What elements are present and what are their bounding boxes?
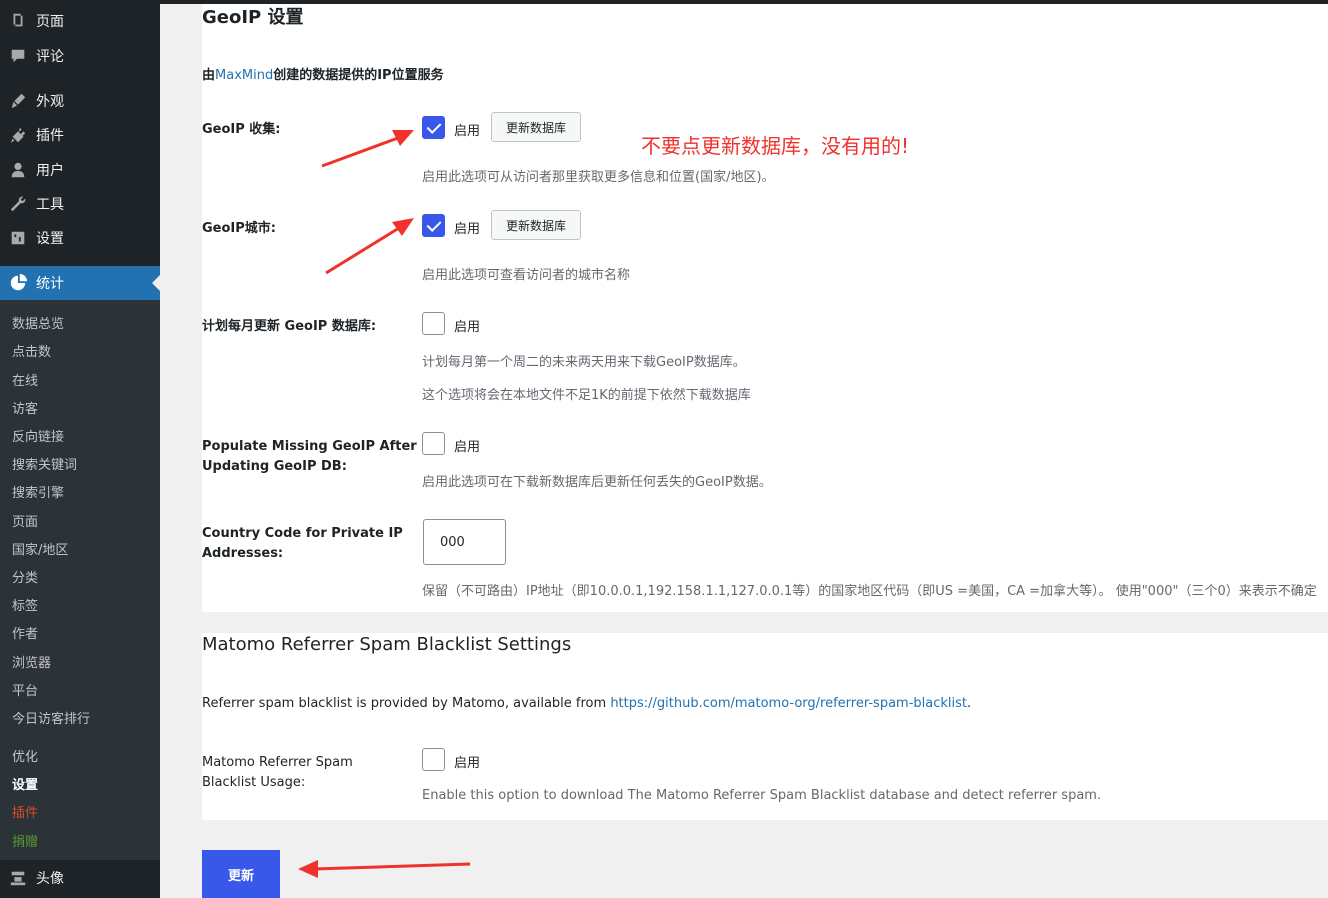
menu-item-comments[interactable]: 评论 xyxy=(0,39,160,73)
enable-label: 启用 xyxy=(454,320,481,335)
menu-label: 统计 xyxy=(36,276,64,292)
provider-suffix: 创建的数据提供的IP位置服务 xyxy=(273,68,444,83)
menu-label: 头像 xyxy=(36,871,64,887)
geoip-provider-text: 由MaxMind创建的数据提供的IP位置服务 xyxy=(202,64,444,83)
intro-prefix: Referrer spam blacklist is provided by M… xyxy=(202,696,611,711)
submenu-item-authors[interactable]: 作者 xyxy=(12,623,38,642)
submenu-item-online[interactable]: 在线 xyxy=(12,370,38,389)
geoip-collection-checkbox[interactable] xyxy=(422,116,445,139)
enable-label: 启用 xyxy=(454,222,481,237)
arrow-to-submit-head xyxy=(298,860,318,878)
geoip-city-label: GeoIP城市: xyxy=(202,221,276,236)
matomo-usage-desc: Enable this option to download The Matom… xyxy=(422,788,1102,803)
submenu-item-tags[interactable]: 标签 xyxy=(12,595,38,614)
country-code-input[interactable] xyxy=(423,519,506,565)
submenu-item-categories[interactable]: 分类 xyxy=(12,567,38,586)
populate-missing-label: Populate Missing GeoIP After Updating Geo… xyxy=(202,437,417,477)
label-line-2: Addresses: xyxy=(202,546,284,561)
annotation-note: 不要点更新数据库，没有用的! xyxy=(641,134,910,158)
label-line-1: Populate Missing GeoIP After xyxy=(202,439,417,454)
matomo-intro: Referrer spam blacklist is provided by M… xyxy=(202,696,971,711)
settings-icon xyxy=(0,229,36,247)
enable-label: 启用 xyxy=(454,124,481,139)
tools-icon xyxy=(0,195,36,213)
statistics-submenu: 数据总览 点击数 在线 访客 反向链接 搜索关键词 搜索引擎 页面 国家/地区 … xyxy=(0,300,160,860)
geoip-settings-panel xyxy=(202,4,1328,612)
matomo-title: Matomo Referrer Spam Blacklist Settings xyxy=(202,634,572,655)
geoip-collection-desc: 启用此选项可从访问者那里获取更多信息和位置(国家/地区)。 xyxy=(422,170,775,185)
matomo-usage-checkbox[interactable] xyxy=(422,748,445,771)
menu-label: 页面 xyxy=(36,14,64,30)
country-code-label: Country Code for Private IP Addresses: xyxy=(202,524,403,564)
submenu-item-visitors[interactable]: 访客 xyxy=(12,398,38,417)
submenu-item-pages[interactable]: 页面 xyxy=(12,511,38,530)
label-line-1: Country Code for Private IP xyxy=(202,526,403,541)
label-line-2: Blacklist Usage: xyxy=(202,775,306,790)
menu-label: 工具 xyxy=(36,197,64,213)
monthly-update-desc: 计划每月第一个周二的未来两天用来下载GeoIP数据库。 xyxy=(422,355,746,370)
submenu-item-search-words[interactable]: 搜索关键词 xyxy=(12,454,77,473)
pages-icon xyxy=(0,12,36,30)
menu-item-users[interactable]: 用户 xyxy=(0,153,160,187)
plugins-icon xyxy=(0,126,36,144)
update-submit-button[interactable]: 更新 xyxy=(202,850,280,898)
menu-item-avatar[interactable]: 头像 xyxy=(0,861,160,895)
monthly-update-checkbox[interactable] xyxy=(422,312,445,335)
matomo-usage-label: Matomo Referrer Spam Blacklist Usage: xyxy=(202,753,353,793)
arrow-to-submit xyxy=(313,862,471,871)
submenu-item-donate[interactable]: 捐赠 xyxy=(12,831,38,850)
appearance-icon xyxy=(0,92,36,110)
submenu-item-settings[interactable]: 设置 xyxy=(12,774,38,793)
menu-label: 插件 xyxy=(36,128,64,144)
admin-sidebar: 页面 评论 外观 插件 用户 工具 设置 统计 数据总览 点击数 在线 访客 反… xyxy=(0,0,160,898)
geoip-title: GeoIP 设置 xyxy=(202,7,304,28)
avatar-icon xyxy=(0,869,36,887)
submenu-item-hits[interactable]: 点击数 xyxy=(12,341,51,360)
submenu-item-top-visitors[interactable]: 今日访客排行 xyxy=(12,708,90,727)
statistics-icon xyxy=(0,274,36,292)
label-line-1: Matomo Referrer Spam xyxy=(202,755,353,770)
submenu-item-platforms[interactable]: 平台 xyxy=(12,680,38,699)
geoip-city-desc: 启用此选项可查看访问者的城市名称 xyxy=(422,268,631,283)
submenu-item-optimization[interactable]: 优化 xyxy=(12,746,38,765)
users-icon xyxy=(0,161,36,179)
geoip-collection-label: GeoIP 收集: xyxy=(202,122,281,137)
submenu-item-plugins[interactable]: 插件 xyxy=(12,802,38,821)
maxmind-link[interactable]: MaxMind xyxy=(215,68,273,83)
menu-item-pages[interactable]: 页面 xyxy=(0,4,160,38)
submenu-item-overview[interactable]: 数据总览 xyxy=(12,313,64,332)
menu-item-appearance[interactable]: 外观 xyxy=(0,84,160,118)
monthly-update-label: 计划每月更新 GeoIP 数据库: xyxy=(202,319,377,334)
menu-label: 评论 xyxy=(36,49,64,65)
menu-label: 设置 xyxy=(36,231,64,247)
update-city-database-button[interactable]: 更新数据库 xyxy=(491,210,582,240)
submenu-item-referrers[interactable]: 反向链接 xyxy=(12,426,64,445)
label-line-2: Updating GeoIP DB: xyxy=(202,459,347,474)
populate-missing-desc: 启用此选项可在下载新数据库后更新任何丢失的GeoIP数据。 xyxy=(422,475,772,490)
menu-item-statistics[interactable]: 统计 xyxy=(0,266,160,300)
submenu-item-browsers[interactable]: 浏览器 xyxy=(12,652,51,671)
populate-missing-checkbox[interactable] xyxy=(422,432,445,455)
submenu-item-search-engines[interactable]: 搜索引擎 xyxy=(12,482,64,501)
menu-label: 外观 xyxy=(36,94,64,110)
menu-item-tools[interactable]: 工具 xyxy=(0,187,160,221)
update-database-button[interactable]: 更新数据库 xyxy=(491,112,582,142)
enable-label: 启用 xyxy=(454,440,481,455)
menu-label: 用户 xyxy=(36,163,64,179)
menu-item-settings[interactable]: 设置 xyxy=(0,221,160,255)
submenu-item-countries[interactable]: 国家/地区 xyxy=(12,539,68,558)
comments-icon xyxy=(0,47,36,65)
enable-label: 启用 xyxy=(454,756,481,771)
matomo-blacklist-link[interactable]: https://github.com/matomo-org/referrer-s… xyxy=(610,696,967,711)
monthly-update-desc-2: 这个选项将会在本地文件不足1K的前提下依然下载数据库 xyxy=(422,388,751,403)
provider-prefix: 由 xyxy=(202,68,216,83)
intro-suffix: . xyxy=(967,696,972,711)
geoip-city-checkbox[interactable] xyxy=(422,214,445,237)
country-code-desc: 保留（不可路由）IP地址（即10.0.0.1,192.158.1.1,127.0… xyxy=(422,584,1317,599)
menu-item-plugins[interactable]: 插件 xyxy=(0,118,160,152)
